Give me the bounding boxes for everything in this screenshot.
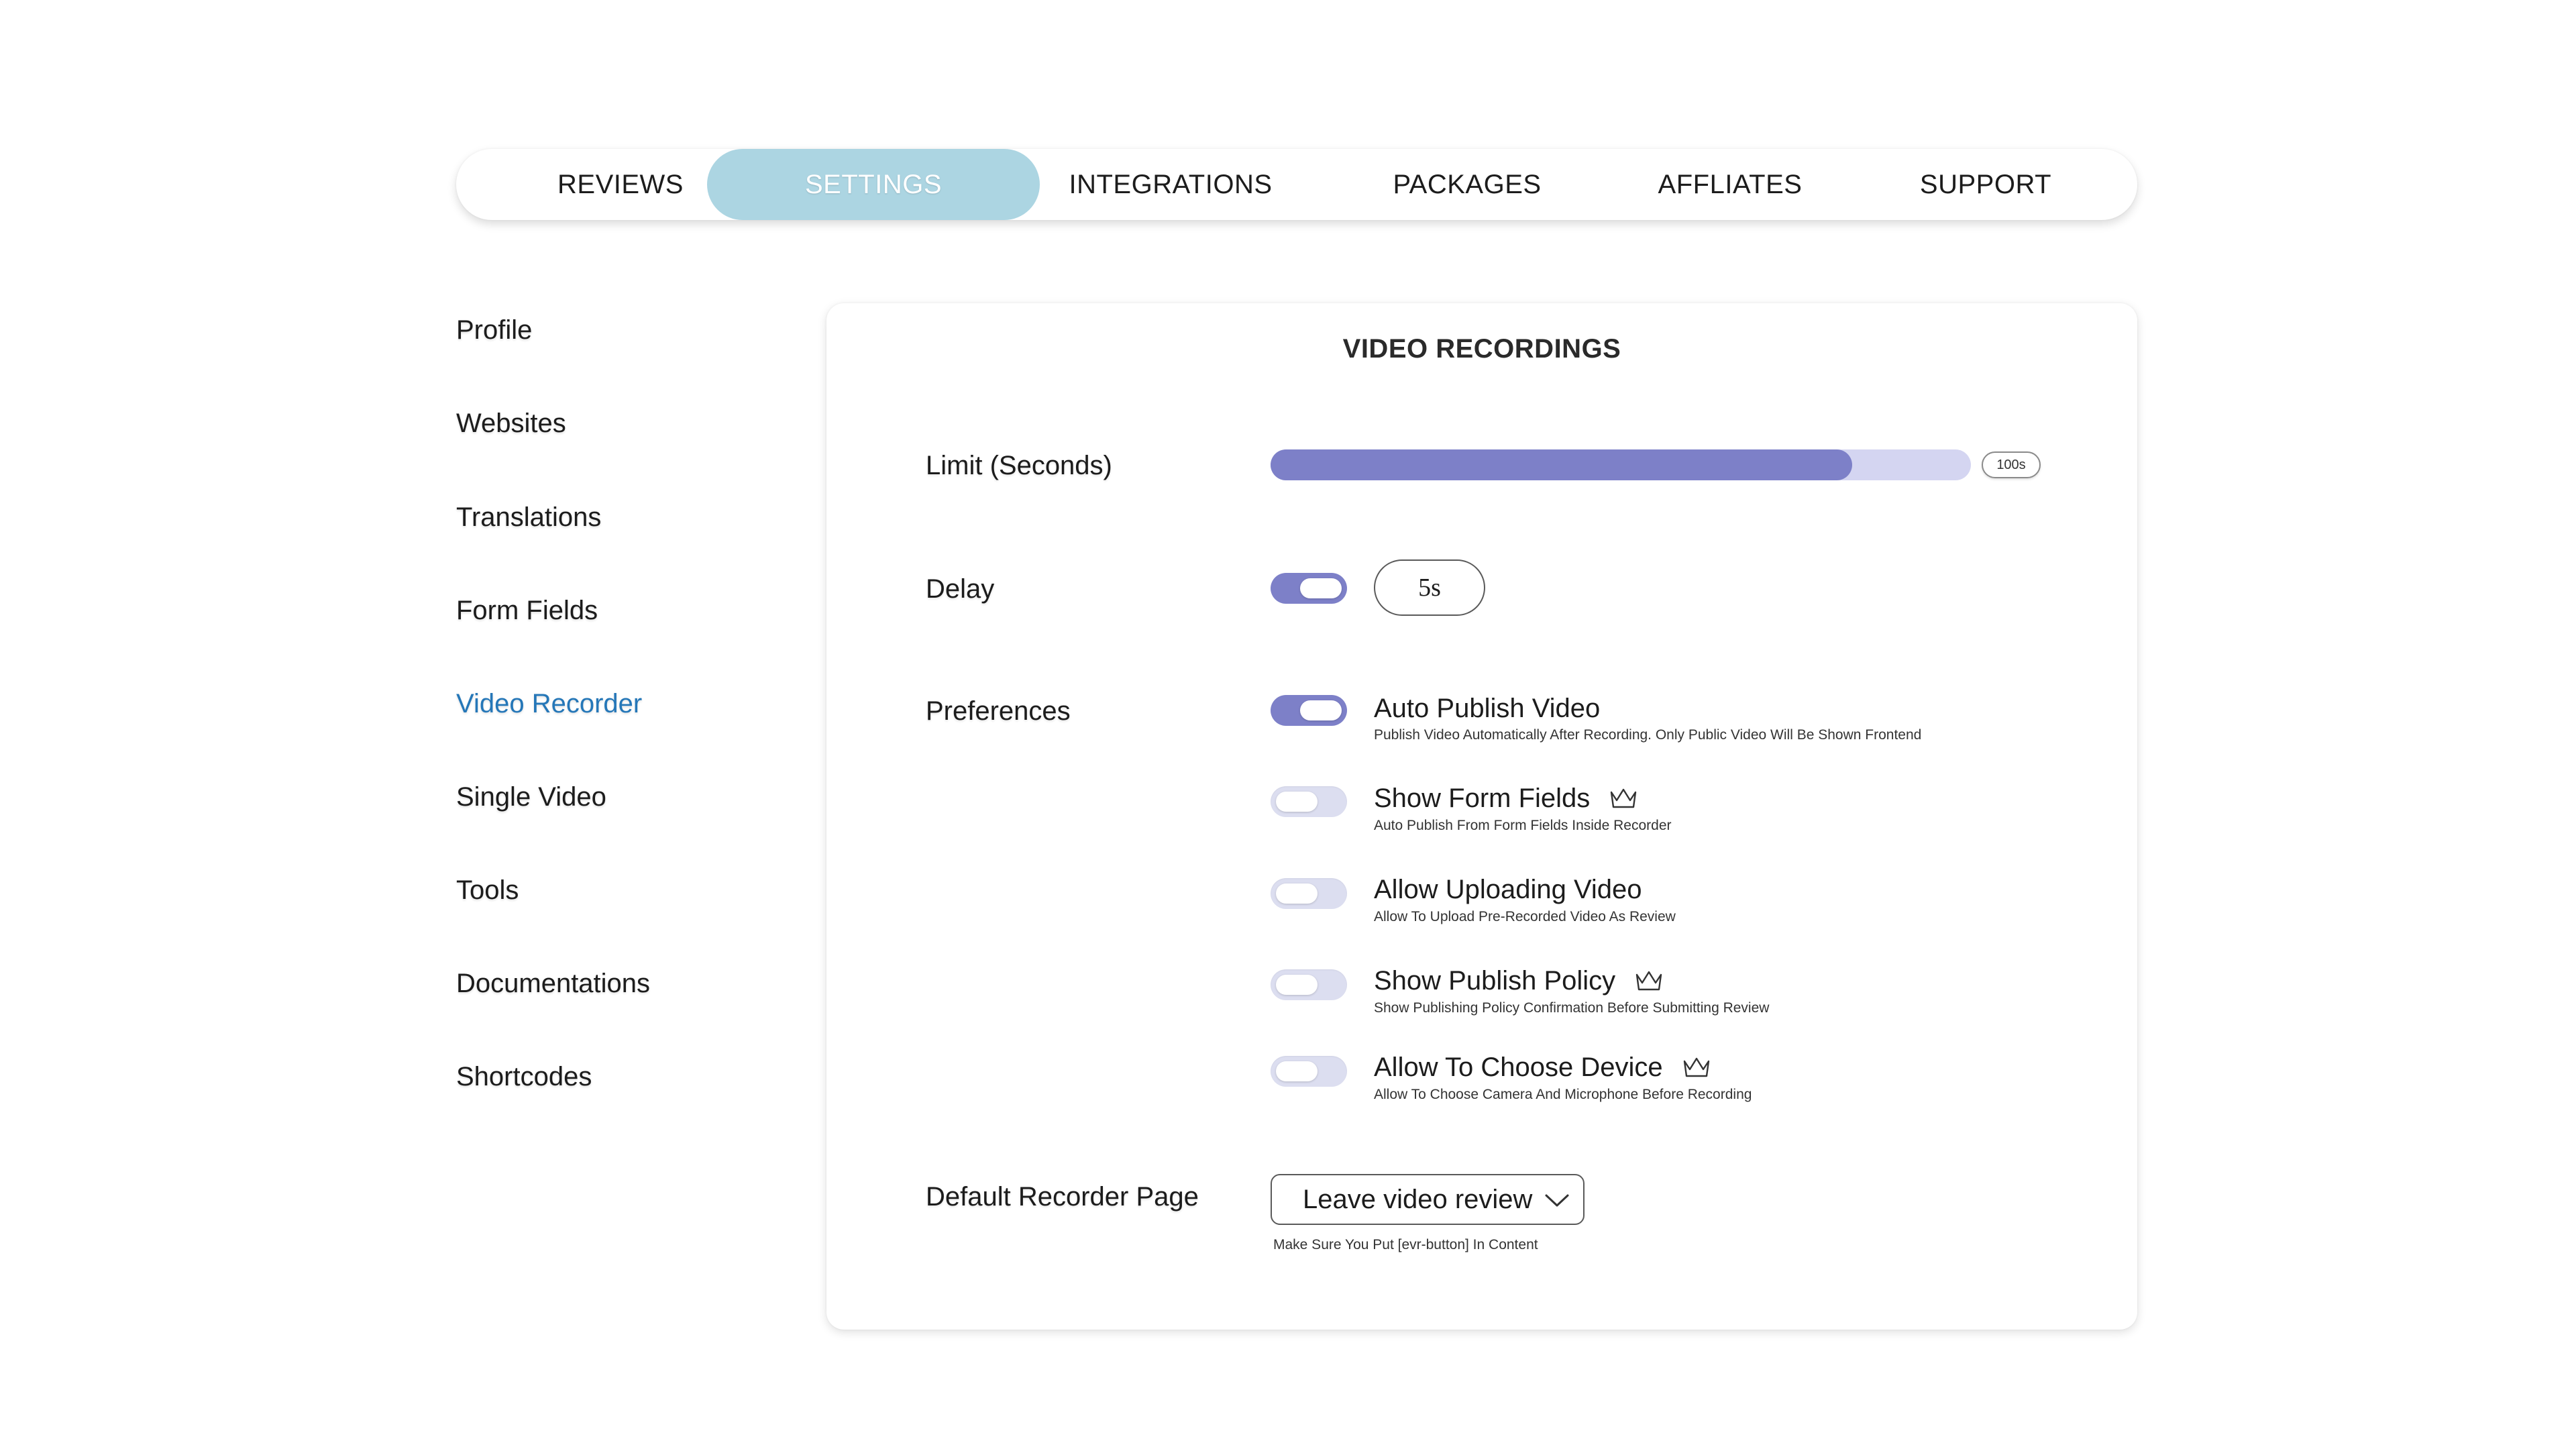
auto-publish-desc: Publish Video Automatically After Record…	[1374, 727, 1922, 743]
delay-toggle[interactable]	[1271, 573, 1347, 604]
toggle-knob	[1300, 700, 1342, 720]
sidebar-item-single-video[interactable]: Single Video	[456, 782, 606, 812]
sidebar-item-tools[interactable]: Tools	[456, 875, 519, 906]
crown-icon	[1611, 788, 1637, 808]
allow-choose-device-desc: Allow To Choose Camera And Microphone Be…	[1374, 1087, 1752, 1102]
tab-affliates[interactable]: AFFLIATES	[1637, 149, 1823, 220]
allow-uploading-title: Allow Uploading Video	[1374, 875, 1642, 904]
delay-label: Delay	[926, 574, 995, 604]
tab-support[interactable]: SUPPORT	[1898, 149, 2073, 220]
show-publish-policy-toggle[interactable]	[1271, 969, 1347, 1000]
auto-publish-toggle[interactable]	[1271, 695, 1347, 726]
toggle-knob	[1276, 883, 1318, 904]
sidebar-item-form-fields[interactable]: Form Fields	[456, 596, 598, 626]
preferences-label: Preferences	[926, 696, 1071, 726]
allow-uploading-toggle[interactable]	[1271, 878, 1347, 909]
limit-label: Limit (Seconds)	[926, 451, 1112, 480]
allow-choose-device-toggle[interactable]	[1271, 1056, 1347, 1087]
default-recorder-page-label: Default Recorder Page	[926, 1182, 1199, 1212]
sidebar-item-profile[interactable]: Profile	[456, 315, 532, 345]
sidebar-item-video-recorder[interactable]: Video Recorder	[456, 689, 642, 719]
sidebar-item-translations[interactable]: Translations	[456, 502, 601, 533]
allow-uploading-desc: Allow To Upload Pre-Recorded Video As Re…	[1374, 909, 1676, 924]
delay-input[interactable]: 5s	[1374, 559, 1485, 616]
chevron-down-icon	[1545, 1194, 1569, 1207]
limit-slider-fill	[1271, 449, 1852, 480]
tab-reviews[interactable]: REVIEWS	[534, 149, 707, 220]
show-publish-policy-desc: Show Publishing Policy Confirmation Befo…	[1374, 1000, 1770, 1016]
toggle-knob	[1300, 578, 1342, 598]
crown-icon	[1635, 971, 1662, 990]
card-title: VIDEO RECORDINGS	[1342, 334, 1621, 364]
toggle-knob	[1276, 792, 1318, 812]
selected-value: Leave video review	[1303, 1184, 1533, 1214]
show-publish-policy-title: Show Publish Policy	[1374, 966, 1664, 996]
tab-integrations[interactable]: INTEGRATIONS	[1040, 149, 1301, 220]
crown-icon	[1683, 1057, 1709, 1077]
default-recorder-page-hint: Make Sure You Put [evr-button] In Conten…	[1273, 1237, 1538, 1252]
toggle-knob	[1276, 975, 1318, 995]
tab-packages[interactable]: PACKAGES	[1368, 149, 1566, 220]
default-recorder-page-select[interactable]: Leave video review	[1271, 1174, 1585, 1225]
toggle-knob	[1276, 1061, 1318, 1081]
video-recordings-card: VIDEO RECORDINGS Limit (Seconds) 100s De…	[826, 303, 2137, 1330]
allow-choose-device-title: Allow To Choose Device	[1374, 1053, 1711, 1083]
limit-value-badge: 100s	[1982, 451, 2041, 478]
show-form-fields-desc: Auto Publish From Form Fields Inside Rec…	[1374, 818, 1672, 833]
limit-slider[interactable]	[1271, 449, 1971, 480]
sidebar-item-websites[interactable]: Websites	[456, 409, 566, 439]
sidebar-item-documentations[interactable]: Documentations	[456, 969, 650, 999]
tab-settings[interactable]: SETTINGS	[707, 149, 1040, 220]
sidebar-item-shortcodes[interactable]: Shortcodes	[456, 1062, 592, 1092]
show-form-fields-toggle[interactable]	[1271, 786, 1347, 817]
auto-publish-title: Auto Publish Video	[1374, 694, 1601, 723]
show-form-fields-title: Show Form Fields	[1374, 784, 1638, 814]
main-tab-bar: REVIEWS SETTINGS INTEGRATIONS PACKAGES A…	[456, 149, 2137, 220]
